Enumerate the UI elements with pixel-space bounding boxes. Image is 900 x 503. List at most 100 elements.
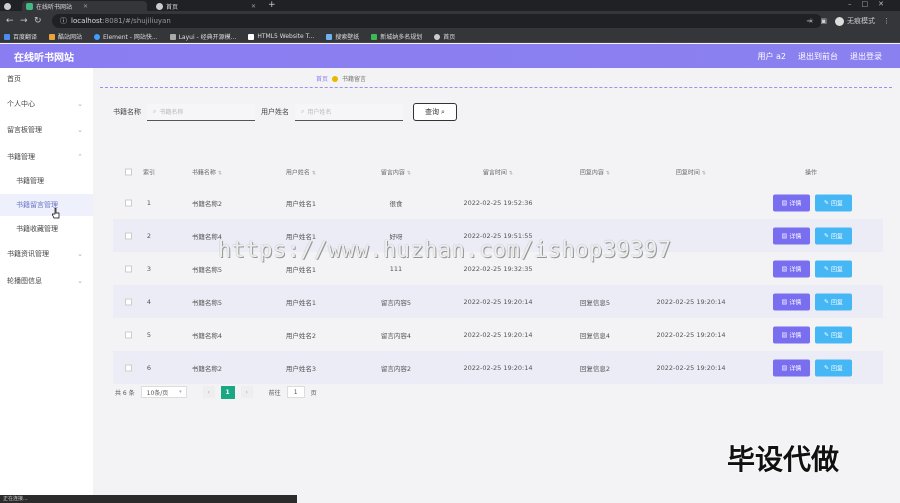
row-checkbox[interactable] [125, 265, 132, 272]
chevron-down-icon: ▾ [179, 389, 182, 395]
query-button[interactable]: 查询 ⌕ [413, 103, 457, 121]
sidebar-subitem-book-favorites[interactable]: 书籍收藏管理 [0, 218, 93, 240]
back-arrow-icon[interactable]: ← [6, 16, 14, 26]
row-checkbox[interactable] [125, 364, 132, 371]
user-name-input[interactable]: ⌕ 用户姓名 [295, 103, 403, 121]
forward-arrow-icon[interactable]: → [20, 16, 28, 26]
profile-label: 无痕模式 [847, 17, 875, 25]
bookmark-item[interactable]: 新城纳多名规划 [371, 32, 422, 41]
vue-favicon-icon [26, 2, 33, 10]
goto-page-input[interactable]: 1 [286, 386, 305, 398]
key-icon[interactable]: ⊸ [807, 17, 813, 25]
table-row: 1 书籍名称2 用户姓名1 很食 2022-02-25 19:52:36 ▤ 详情 ✎ 回复 [113, 186, 883, 219]
cell-user: 用户姓名1 [285, 265, 317, 274]
close-icon[interactable]: ✕ [251, 3, 256, 10]
extensions-icon[interactable]: ▣ [820, 17, 827, 25]
cell-index: 5 [146, 330, 152, 339]
sidebar-item-carousel[interactable]: 轮播图信息 ⌄ [0, 270, 93, 292]
edit-icon: ✎ [823, 232, 829, 239]
header-content[interactable]: 留言内容 ⇅ [381, 168, 411, 177]
header-reply[interactable]: 回复内容 ⇅ [580, 168, 610, 177]
reply-button[interactable]: ✎ 回复 [815, 194, 852, 211]
browser-address-row: ← → ↻ ⓘ localhost:8081/#/shujiliuyan ☆ ⊸… [0, 11, 900, 31]
browser-status-bar: 正在连接... [0, 495, 297, 503]
profile-button[interactable]: 无痕模式 [835, 16, 875, 26]
close-icon[interactable]: ✕ [83, 3, 88, 10]
bookmark-icon [248, 33, 255, 40]
bookmark-item[interactable]: 酷站网站 [49, 32, 82, 41]
reply-button[interactable]: ✎ 回复 [815, 359, 852, 376]
app-title: 在线听书网站 [14, 52, 74, 64]
reload-icon[interactable]: ↻ [34, 16, 42, 26]
bookmark-item[interactable]: HTML5 Website T... [248, 33, 314, 40]
detail-button[interactable]: ▤ 详情 [773, 260, 810, 277]
page-number-current[interactable]: 1 [220, 385, 235, 399]
detail-button[interactable]: ▤ 详情 [773, 326, 810, 343]
breadcrumb-home[interactable]: 首页 [316, 74, 328, 83]
cell-index: 2 [146, 231, 152, 240]
window-controls[interactable]: –□✕ [848, 0, 894, 8]
logout-link[interactable]: 退出登录 [850, 51, 882, 62]
cell-reply-time: 2022-02-25 19:20:14 [656, 297, 726, 306]
more-icon[interactable]: ⋮ [883, 17, 890, 25]
row-checkbox[interactable] [125, 298, 132, 305]
cell-reply: 回复信息2 [579, 364, 611, 373]
sidebar-item-profile[interactable]: 个人中心 ⌄ [0, 93, 93, 115]
new-tab-icon[interactable]: + [268, 0, 276, 10]
app-header: 在线听书网站 用户 a2 退出到前台 退出登录 [0, 44, 900, 68]
sort-icon: ⇅ [217, 170, 223, 177]
bookmark-item[interactable]: Layui - 经典开源模... [169, 32, 236, 41]
reply-button[interactable]: ✎ 回复 [815, 227, 852, 244]
row-checkbox[interactable] [125, 232, 132, 239]
reply-button[interactable]: ✎ 回复 [815, 260, 852, 277]
cell-book: 书籍名称4 [191, 331, 223, 340]
sidebar-item-books[interactable]: 书籍管理 ⌃ [0, 146, 93, 168]
bookmark-icon [434, 33, 441, 40]
document-icon: ▤ [781, 364, 788, 371]
sidebar-subitem-books[interactable]: 书籍管理 [0, 170, 93, 192]
select-all-checkbox[interactable] [125, 168, 132, 176]
bookmark-icon [326, 33, 333, 40]
cell-user: 用户姓名1 [285, 298, 317, 307]
header-reply-time[interactable]: 回复时间 ⇅ [676, 168, 706, 177]
cell-content: 留言内容2 [380, 364, 412, 373]
sort-icon: ⇅ [311, 170, 317, 177]
header-user[interactable]: 用户姓名 ⇅ [286, 168, 316, 177]
browser-tab-active[interactable]: 在线听书网站 ✕ [22, 1, 147, 11]
row-actions: ▤ 详情 ✎ 回复 [773, 194, 852, 211]
bookmark-item[interactable]: Element - 网站快... [94, 32, 158, 41]
bookmark-item[interactable]: 搜索壁纸 [326, 32, 359, 41]
sidebar-item-home[interactable]: 首页 [0, 68, 93, 90]
reply-button[interactable]: ✎ 回复 [815, 293, 852, 310]
detail-button[interactable]: ▤ 详情 [773, 293, 810, 310]
cell-book: 书籍名称2 [191, 364, 223, 373]
sidebar-item-book-news[interactable]: 书籍资讯管理 ⌄ [0, 243, 93, 265]
browser-tab[interactable]: 首页 ✕ [152, 1, 267, 11]
address-bar[interactable]: ⓘ localhost:8081/#/shujiliuyan ☆ [52, 14, 822, 28]
browser-tab-label: 首页 [166, 3, 179, 11]
table-row: 4 书籍名称5 用户姓名1 留言内容5 2022-02-25 19:20:14 回复信息5… [113, 285, 883, 318]
next-page-button[interactable]: › [240, 386, 253, 398]
user-label: 用户 a2 [757, 51, 786, 61]
row-checkbox[interactable] [125, 199, 132, 206]
bookmark-icon [94, 33, 101, 40]
sidebar-subitem-book-messages[interactable]: 书籍留言管理 [0, 194, 93, 216]
pagination: 共 6 条 10条/页 ▾ ‹ 1 › 前往 1 页 [115, 385, 317, 399]
book-name-input[interactable]: ⌕ 书籍名称 [147, 103, 255, 121]
bookmark-item[interactable]: 百度翻译 [4, 32, 37, 41]
detail-button[interactable]: ▤ 详情 [773, 194, 810, 211]
back-to-front-link[interactable]: 退出到前台 [798, 51, 838, 62]
page-size-select[interactable]: 10条/页 ▾ [140, 386, 187, 398]
total-count: 共 6 条 [115, 389, 135, 397]
detail-button[interactable]: ▤ 详情 [773, 227, 810, 244]
prev-page-button[interactable]: ‹ [202, 386, 215, 398]
bookmark-item[interactable]: 首页 [434, 32, 455, 41]
browser-menu-tab[interactable] [0, 1, 20, 11]
row-checkbox[interactable] [125, 331, 132, 338]
header-time[interactable]: 留言时间 ⇅ [483, 168, 513, 177]
cell-user: 用户姓名3 [285, 364, 317, 373]
sidebar-item-message-board[interactable]: 留言板管理 ⌄ [0, 119, 93, 141]
reply-button[interactable]: ✎ 回复 [815, 326, 852, 343]
header-book[interactable]: 书籍名称 ⇅ [192, 168, 222, 177]
detail-button[interactable]: ▤ 详情 [773, 359, 810, 376]
